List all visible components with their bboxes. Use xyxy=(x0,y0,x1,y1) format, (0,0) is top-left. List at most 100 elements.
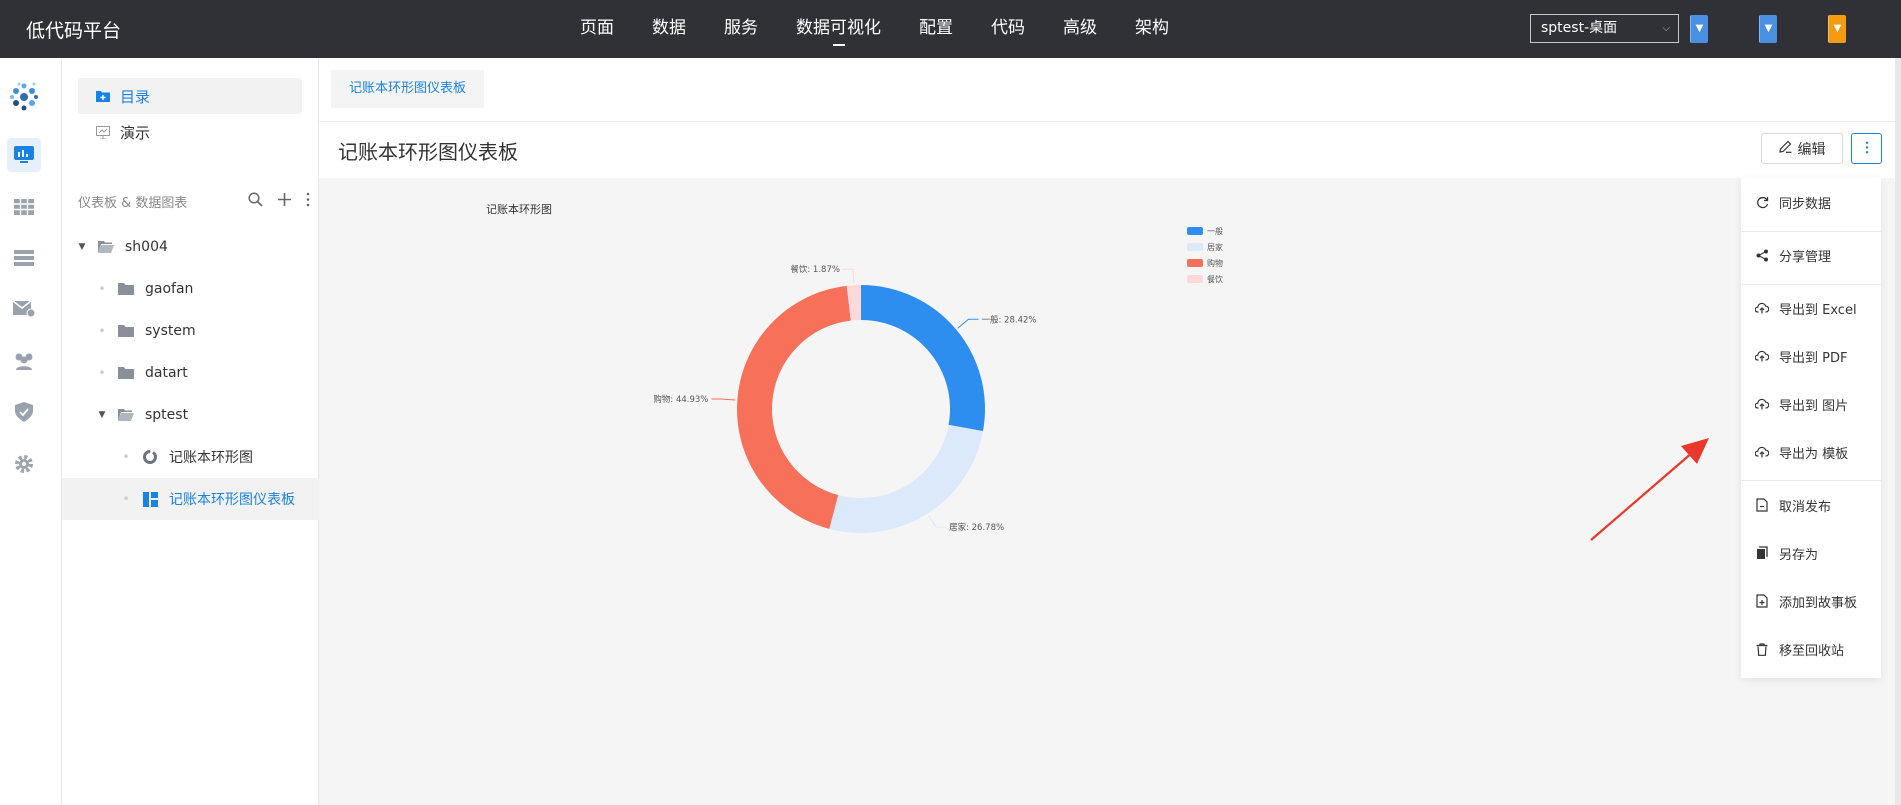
legend-label-3: 餐饮 xyxy=(1207,274,1223,284)
nav-service[interactable]: 服务 xyxy=(724,0,758,58)
dashboard-icon[interactable] xyxy=(7,138,41,172)
expand-caret-icon[interactable]: ▼ xyxy=(95,410,109,420)
tree-item-label: system xyxy=(145,323,196,339)
menu-item-export-image[interactable]: 导出到 图片 xyxy=(1741,388,1881,420)
nav-config[interactable]: 配置 xyxy=(919,0,953,58)
tree-item-folder[interactable]: • datart xyxy=(62,352,319,394)
bullet: • xyxy=(98,324,106,338)
category-label: 演示 xyxy=(120,123,151,142)
users-icon[interactable] xyxy=(7,344,41,378)
menu-item-label: 另存为 xyxy=(1779,547,1819,563)
tree-item-folder[interactable]: ▼ sptest xyxy=(62,394,319,436)
bullet: • xyxy=(98,366,106,380)
menu-item-label: 导出为 模板 xyxy=(1779,446,1849,462)
preview-dropdown-icon[interactable]: ▼ xyxy=(1759,15,1777,43)
publish-button-group: 发布 ▼ xyxy=(1828,15,1846,43)
category-demo[interactable]: 演示 xyxy=(78,114,302,150)
scrollbar[interactable] xyxy=(1895,58,1901,805)
tree-item-dashboard[interactable]: • 记账本环形图仪表板 xyxy=(62,478,319,520)
bullet: • xyxy=(122,450,130,464)
table-icon[interactable] xyxy=(7,190,41,224)
nav-page[interactable]: 页面 xyxy=(580,0,614,58)
legend-swatch-0[interactable] xyxy=(1187,227,1203,235)
app-title: 低代码平台 xyxy=(26,20,122,42)
shield-icon[interactable] xyxy=(7,395,41,429)
donut-slice-2[interactable] xyxy=(737,285,851,529)
tree-item-folder[interactable]: • system xyxy=(62,310,319,352)
menu-item-add-to-storyboard[interactable]: 添加到故事板 xyxy=(1741,585,1881,617)
tab-dashboard[interactable]: 记账本环形图仪表板 xyxy=(331,70,485,108)
legend-swatch-2[interactable] xyxy=(1187,259,1203,267)
tree-item-chart[interactable]: • 记账本环形图 xyxy=(62,436,319,478)
donut-data-label-2: 购物: 44.93% xyxy=(653,394,708,405)
environment-select[interactable]: sptest-桌面 ⌵ xyxy=(1530,14,1679,43)
environment-select-value: sptest-桌面 xyxy=(1541,20,1618,36)
tree-item-label: 记账本环形图 xyxy=(169,450,253,466)
add-icon[interactable] xyxy=(277,192,292,211)
folder-icon xyxy=(117,281,135,297)
tab-bar: 记账本环形图仪表板 xyxy=(319,58,1901,122)
menu-item-share[interactable]: 分享管理 xyxy=(1741,239,1881,271)
menu-item-label: 添加到故事板 xyxy=(1779,595,1858,611)
menu-item-label: 导出到 PDF xyxy=(1779,350,1848,366)
top-nav: 页面 数据 服务 数据可视化 配置 代码 高级 架构 xyxy=(580,0,1207,58)
donut-slice-0[interactable] xyxy=(861,285,985,432)
section-header: 仪表板 & 数据图表 xyxy=(78,191,310,211)
donut-leader-line-0 xyxy=(957,318,979,329)
tree-item-folder[interactable]: ▼ sh004 xyxy=(62,226,319,268)
top-bar: 低代码平台 页面 数据 服务 数据可视化 配置 代码 高级 架构 sptest-… xyxy=(0,0,1901,58)
more-actions-menu: 同步数据 分享管理 导出到 Excel 导出到 PDF 导出到 图片 导出为 模… xyxy=(1741,178,1881,678)
cloud-upload-icon xyxy=(1755,445,1769,459)
menu-item-export-excel[interactable]: 导出到 Excel xyxy=(1741,292,1881,324)
publish-dropdown-icon[interactable]: ▼ xyxy=(1828,15,1846,43)
more-vertical-icon[interactable] xyxy=(306,192,310,211)
annotation-arrow xyxy=(1590,438,1709,541)
menu-item-export-pdf[interactable]: 导出到 PDF xyxy=(1741,340,1881,372)
tree-item-label: sptest xyxy=(145,407,189,423)
pencil-icon xyxy=(1778,140,1792,157)
nav-advanced[interactable]: 高级 xyxy=(1063,0,1097,58)
expand-caret-icon[interactable]: ▼ xyxy=(75,242,89,252)
category-label: 目录 xyxy=(120,87,151,106)
nav-visualization[interactable]: 数据可视化 xyxy=(796,0,881,58)
dashboard-header: 记账本环形图仪表板 编辑 xyxy=(319,122,1901,178)
edit-label: 编辑 xyxy=(1797,141,1826,158)
dashboard-title: 记账本环形图仪表板 xyxy=(338,140,518,164)
cloud-upload-icon xyxy=(1755,349,1769,363)
menu-item-export-template[interactable]: 导出为 模板 xyxy=(1741,436,1881,468)
menu-item-save-as[interactable]: 另存为 xyxy=(1741,537,1881,569)
share-icon xyxy=(1755,248,1769,262)
dashboard-layout-icon xyxy=(141,491,159,507)
folder-plus-icon xyxy=(96,89,110,103)
tree-item-folder[interactable]: • gaofan xyxy=(62,268,319,310)
save-dropdown-icon[interactable]: ▼ xyxy=(1690,15,1708,43)
menu-item-move-to-trash[interactable]: 移至回收站 xyxy=(1741,633,1881,665)
category-directory[interactable]: 目录 xyxy=(78,78,302,114)
save-button-group: 保存 ▼ xyxy=(1690,15,1708,43)
legend-swatch-3[interactable] xyxy=(1187,275,1203,283)
legend-swatch-1[interactable] xyxy=(1187,243,1203,251)
edit-button[interactable]: 编辑 xyxy=(1761,133,1843,164)
file-plus-icon xyxy=(1755,594,1769,608)
settings-icon[interactable] xyxy=(7,447,41,481)
mail-icon[interactable] xyxy=(7,292,41,326)
list-icon[interactable] xyxy=(7,241,41,275)
copy-icon xyxy=(1755,546,1769,560)
more-button[interactable] xyxy=(1851,133,1882,164)
nav-code[interactable]: 代码 xyxy=(991,0,1025,58)
nav-data[interactable]: 数据 xyxy=(652,0,686,58)
donut-leader-line-1 xyxy=(928,515,947,528)
menu-item-sync-data[interactable]: 同步数据 xyxy=(1741,186,1881,218)
bullet: • xyxy=(122,492,130,506)
donut-data-label-3: 餐饮: 1.87% xyxy=(790,264,840,275)
section-title: 仪表板 & 数据图表 xyxy=(78,195,188,211)
donut-slice-1[interactable] xyxy=(829,424,983,533)
menu-divider xyxy=(1741,231,1881,232)
menu-divider xyxy=(1741,284,1881,285)
menu-item-unpublish[interactable]: 取消发布 xyxy=(1741,489,1881,521)
search-icon[interactable] xyxy=(248,191,263,211)
menu-item-label: 分享管理 xyxy=(1779,249,1832,265)
presentation-icon xyxy=(96,125,110,139)
nav-architecture[interactable]: 架构 xyxy=(1135,0,1169,58)
preview-button-group: 预览 ▼ xyxy=(1759,15,1777,43)
